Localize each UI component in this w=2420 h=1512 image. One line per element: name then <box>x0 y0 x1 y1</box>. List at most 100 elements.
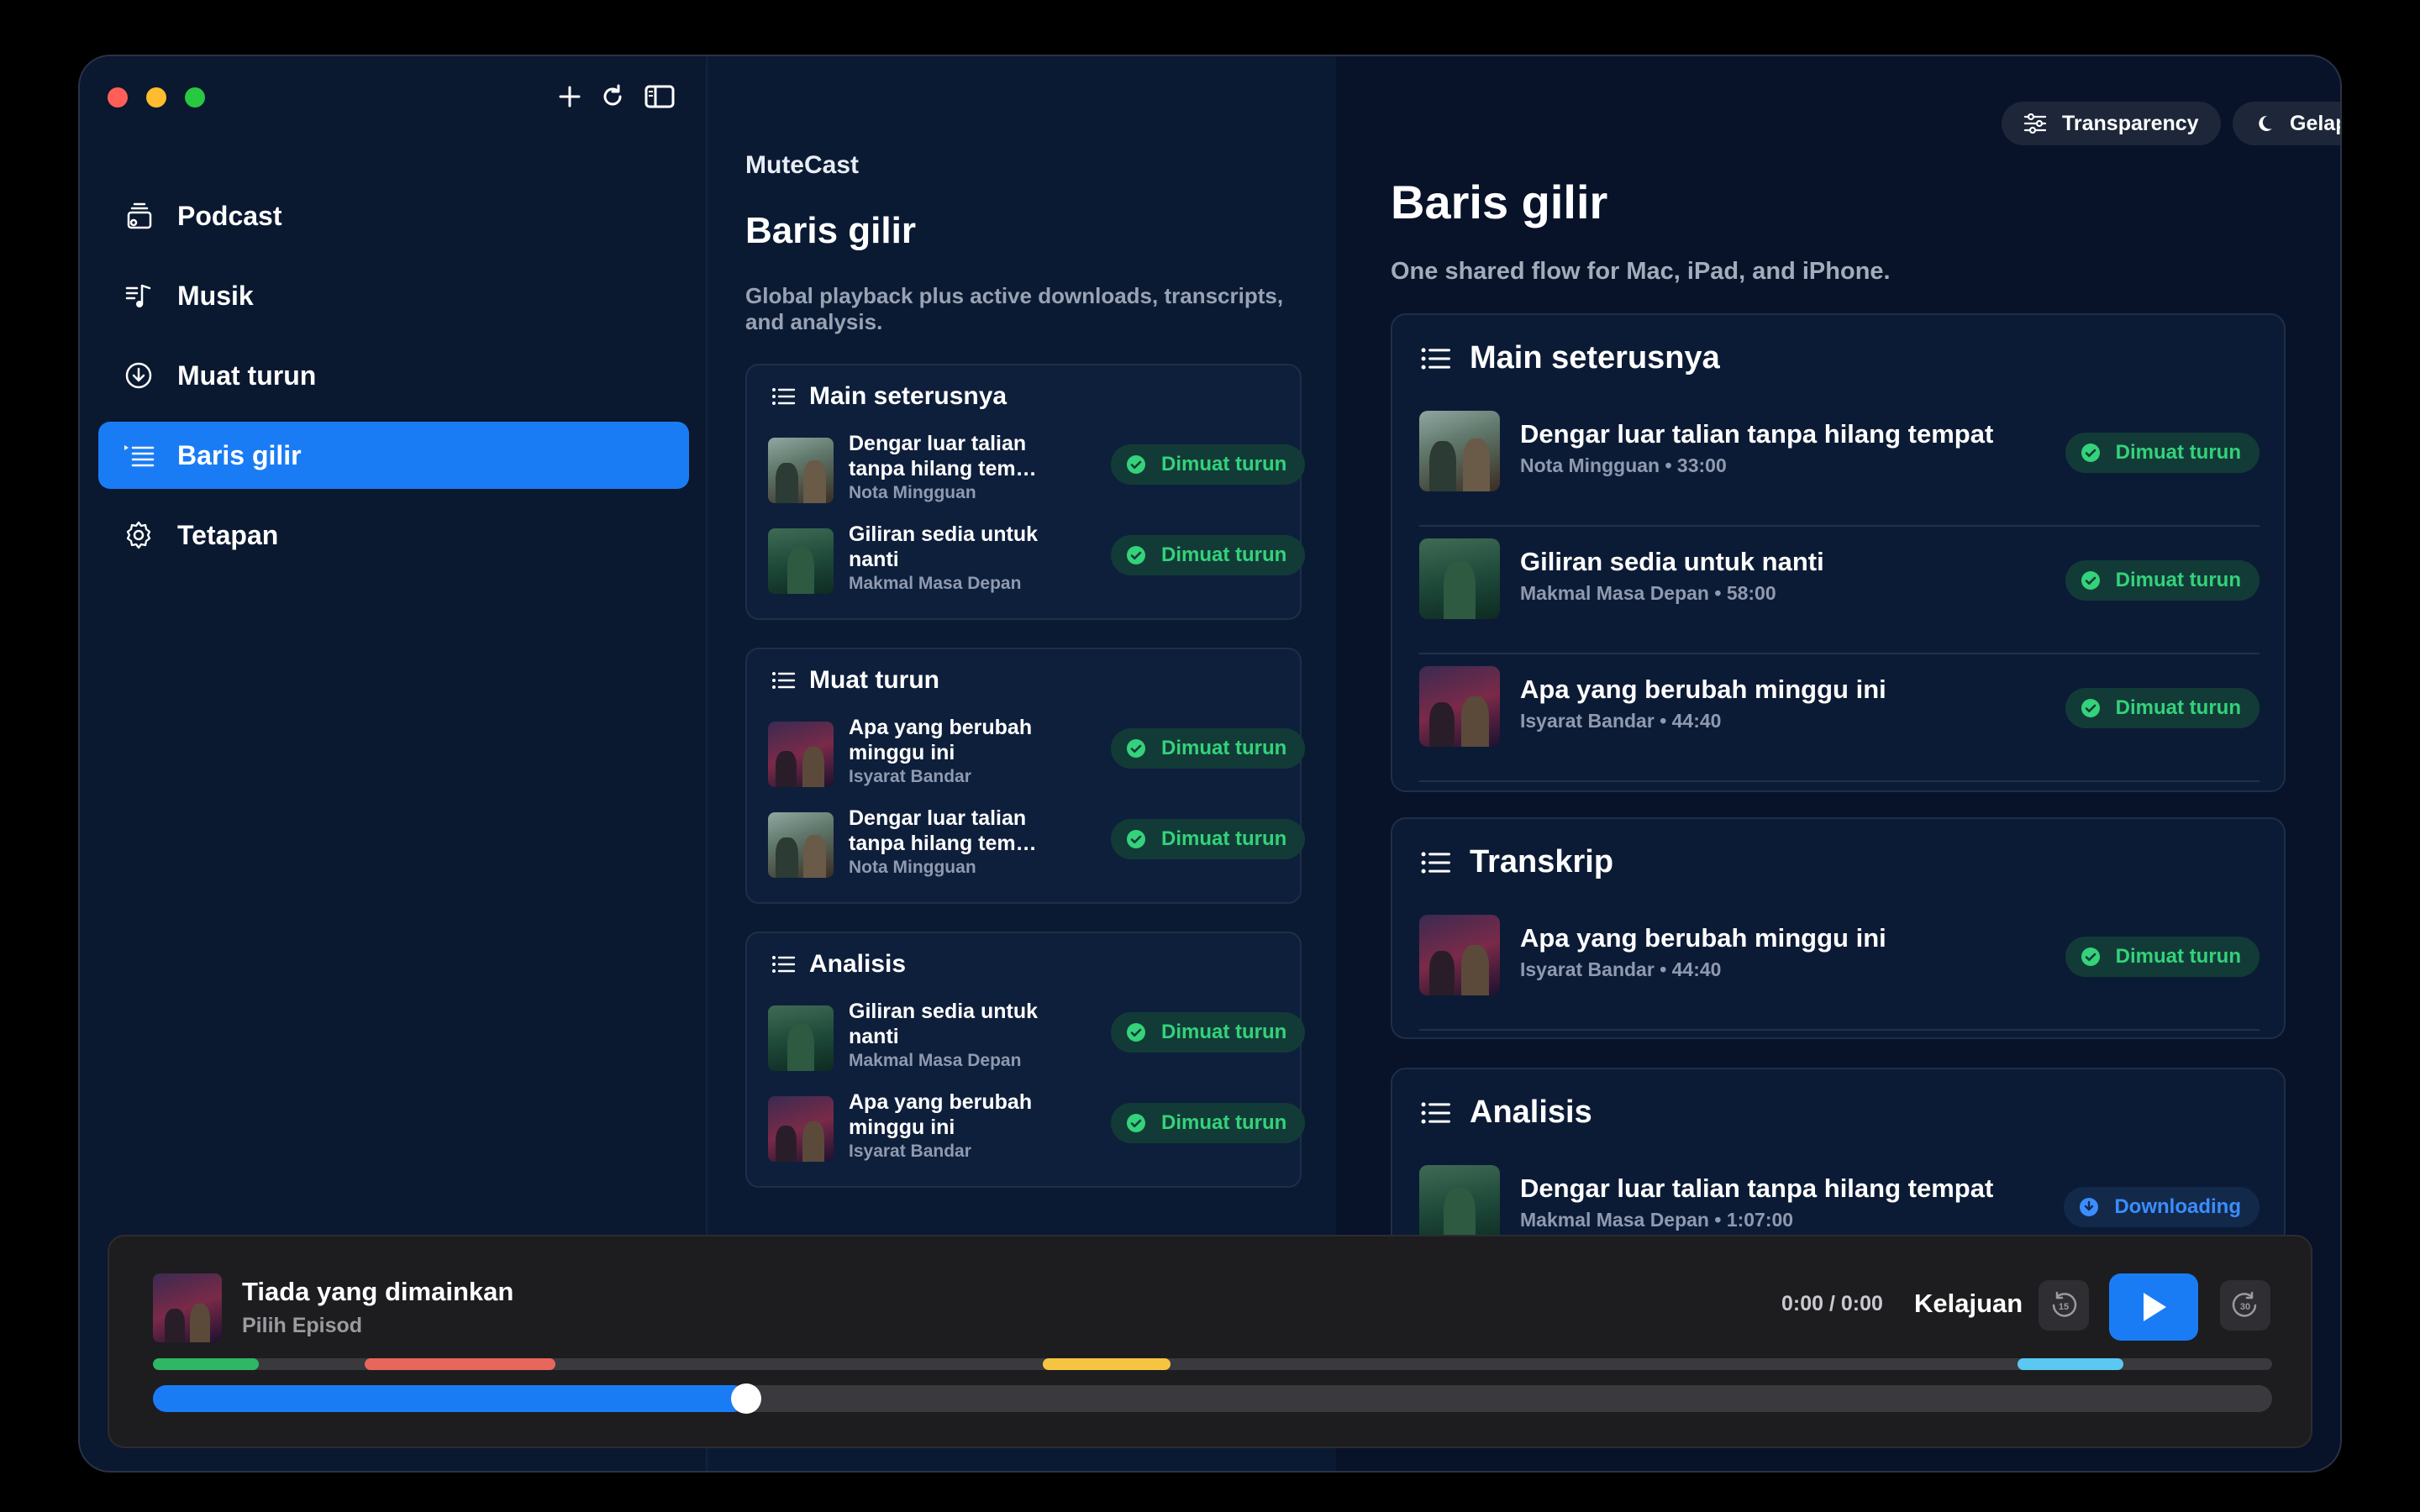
episode-title: Apa yang berubah minggu ini <box>849 716 1033 764</box>
list-icon <box>1421 1101 1450 1124</box>
episode-meta: Isyarat Bandar • 44:40 <box>1520 710 1722 732</box>
episode-show: Isyarat Bandar <box>849 767 971 786</box>
status-text: Dimuat turun <box>1161 453 1287 475</box>
speed-button[interactable]: Kelajuan <box>1914 1289 2023 1319</box>
status-text: Dimuat turun <box>1161 543 1287 566</box>
episode-title: Dengar luar talian tanpa hilang tempat <box>1520 419 1994 449</box>
plus-icon[interactable] <box>553 80 587 113</box>
checkmark-circle-icon <box>2081 948 2100 966</box>
checkmark-circle-icon <box>2081 699 2100 717</box>
episode-row[interactable]: Apa yang berubah minggu ini Isyarat Banda… <box>1419 905 2260 1031</box>
episode-row[interactable]: Dengar luar talian tanpa hilang tem… Nota… <box>768 431 1306 507</box>
section-header: Main seterusnya <box>771 382 1007 411</box>
episode-artwork <box>1419 915 1500 995</box>
now-playing-title: Tiada yang dimainkan <box>242 1277 514 1306</box>
status-badge: Dimuat turun <box>1111 728 1306 769</box>
list-icon <box>1421 347 1450 370</box>
episode-row[interactable]: Apa yang berubah minggu ini Isyarat Banda… <box>768 1089 1306 1165</box>
episode-meta: Makmal Masa Depan • 58:00 <box>1520 582 1776 604</box>
skip-forward-button[interactable]: 30 <box>2220 1280 2270 1331</box>
chapter-marker[interactable] <box>1043 1358 1171 1370</box>
status-text: Dimuat turun <box>1161 1111 1287 1134</box>
episode-title: Giliran sedia untuk nanti <box>849 1000 1039 1048</box>
episode-title: Dengar luar talian tanpa hilang tem… <box>849 432 1037 480</box>
status-badge: Dimuat turun <box>1111 819 1306 859</box>
chapter-marker[interactable] <box>365 1358 556 1370</box>
now-playing-artwork <box>153 1273 222 1342</box>
episode-show: Makmal Masa Depan <box>849 574 1022 593</box>
theme-toggle-button[interactable]: Gelap <box>2233 102 2340 145</box>
skip-back-button[interactable]: 15 <box>2039 1280 2089 1331</box>
zoom-window-button[interactable] <box>185 87 205 108</box>
minimize-window-button[interactable] <box>146 87 166 108</box>
section-title: Main seterusnya <box>1470 340 1720 375</box>
scrubber-knob[interactable] <box>731 1383 762 1414</box>
episode-show: Isyarat Bandar <box>849 1142 971 1161</box>
playback-progress-fill <box>153 1385 747 1412</box>
status-badge: Downloading <box>2064 1187 2260 1227</box>
section-title: Analisis <box>809 950 907 978</box>
episode-row[interactable]: Dengar luar talian tanpa hilang tem… Nota… <box>768 806 1306 881</box>
checkmark-circle-icon <box>1127 1023 1145 1042</box>
section-header: Analisis <box>771 950 906 979</box>
detail-subtitle: One shared flow for Mac, iPad, and iPhon… <box>1391 258 1891 285</box>
sidebar-item-queue[interactable]: Baris gilir <box>98 422 689 489</box>
playback-time: 0:00 / 0:00 <box>1781 1292 1883 1315</box>
sidebar-item-downloads[interactable]: Muat turun <box>98 342 689 409</box>
moon-icon <box>2259 115 2272 131</box>
status-badge: Dimuat turun <box>1111 535 1306 575</box>
checkmark-circle-icon <box>1127 546 1145 564</box>
episode-title: Giliran sedia untuk nanti <box>849 522 1039 571</box>
section-header: Main seterusnya <box>1419 340 1720 376</box>
episode-title: Giliran sedia untuk nanti <box>1520 547 1824 576</box>
choose-episode-link[interactable]: Pilih Episod <box>242 1314 362 1338</box>
checkmark-circle-icon <box>1127 739 1145 758</box>
app-name: MuteCast <box>745 151 860 179</box>
status-text: Dimuat turun <box>2115 945 2241 968</box>
episode-row[interactable]: Apa yang berubah minggu ini Isyarat Banda… <box>1419 656 2260 782</box>
section-title: Transkrip <box>1470 844 1614 879</box>
downloading-icon <box>2080 1198 2099 1216</box>
episode-row[interactable]: Giliran sedia untuk nanti Makmal Masa Dep… <box>768 999 1306 1074</box>
sidebar-item-label: Podcast <box>177 200 282 231</box>
episode-artwork <box>768 812 834 878</box>
status-badge: Dimuat turun <box>1111 444 1306 485</box>
theme-label: Gelap <box>2290 111 2340 135</box>
chapter-marker[interactable] <box>2018 1358 2124 1370</box>
close-window-button[interactable] <box>108 87 128 108</box>
transparency-button[interactable]: Transparency <box>2002 102 2221 145</box>
episode-artwork <box>768 528 834 594</box>
queue-detail-section: Main seterusnya Dengar luar talian tanpa … <box>1391 313 2286 792</box>
transparency-label: Transparency <box>2062 111 2199 135</box>
status-badge: Dimuat turun <box>2065 937 2260 977</box>
episode-show: Nota Mingguan <box>849 483 976 502</box>
episode-artwork <box>1419 1165 1500 1246</box>
episode-row[interactable]: Apa yang berubah minggu ini Isyarat Banda… <box>768 715 1306 790</box>
checkmark-circle-icon <box>2081 444 2100 462</box>
episode-artwork <box>1419 666 1500 747</box>
episode-row[interactable]: Giliran sedia untuk nanti Makmal Masa Dep… <box>768 522 1306 597</box>
section-title: Main seterusnya <box>809 382 1007 410</box>
list-icon <box>772 388 796 405</box>
sidebar-item-settings[interactable]: Tetapan <box>98 501 689 569</box>
chapter-marker[interactable] <box>153 1358 260 1370</box>
episode-artwork <box>1419 538 1500 619</box>
sidebar-item-music[interactable]: Musik <box>98 262 689 329</box>
sidebar-toggle-icon[interactable] <box>643 80 676 113</box>
sidebar-item-label: Baris gilir <box>177 439 302 470</box>
status-badge: Dimuat turun <box>2065 433 2260 473</box>
chapter-markers-bar <box>153 1358 2272 1370</box>
detail-title: Baris gilir <box>1391 176 1608 228</box>
playback-scrubber[interactable] <box>153 1383 2272 1414</box>
sidebar-item-podcast[interactable]: Podcast <box>98 182 689 249</box>
episode-row[interactable]: Giliran sedia untuk nanti Makmal Masa Dep… <box>1419 528 2260 654</box>
status-text: Dimuat turun <box>2115 696 2241 719</box>
refresh-icon[interactable] <box>596 80 629 113</box>
episode-title: Apa yang berubah minggu ini <box>849 1090 1033 1139</box>
sidebar-item-label: Tetapan <box>177 519 279 550</box>
episode-row[interactable]: Dengar luar talian tanpa hilang tempat No… <box>1419 401 2260 527</box>
play-button[interactable] <box>2109 1273 2198 1341</box>
section-title: Analisis <box>1470 1095 1592 1130</box>
episode-title: Apa yang berubah minggu ini <box>1520 923 1886 953</box>
episode-artwork <box>768 1096 834 1162</box>
